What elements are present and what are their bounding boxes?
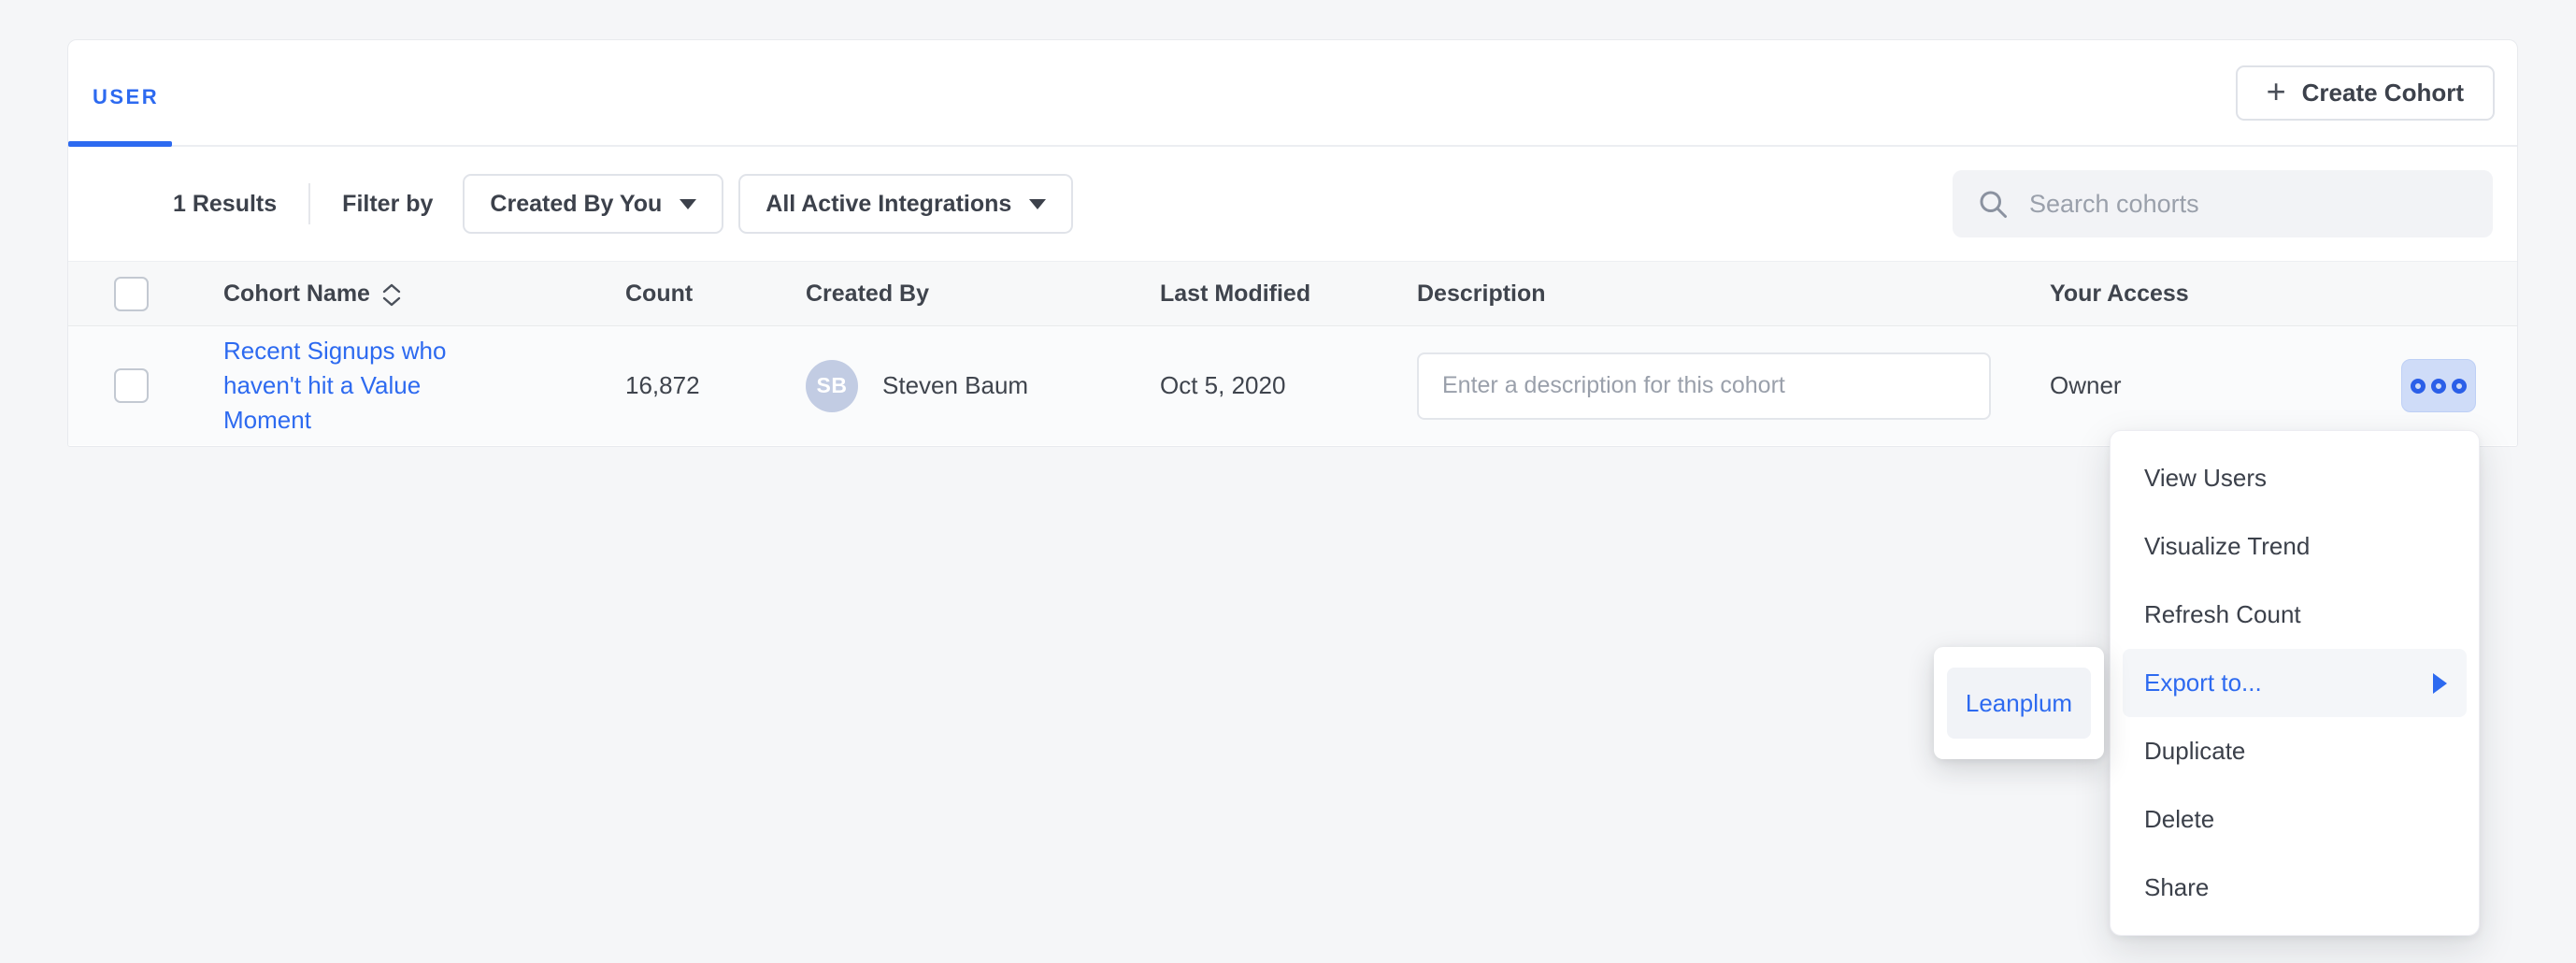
search-icon [1976,187,2010,221]
column-header-cohort-name[interactable]: Cohort Name [223,280,370,308]
cohorts-panel: USER + Create Cohort 1 Results Filter by… [67,39,2518,447]
avatar: SB [806,360,858,412]
integrations-dropdown[interactable]: All Active Integrations [738,174,1073,234]
search-input[interactable] [2029,190,2469,219]
more-actions-button[interactable] [2401,359,2476,412]
created-by-dropdown-label: Created By You [490,191,662,218]
row-actions-menu: View Users Visualize Trend Refresh Count… [2110,430,2480,936]
cohort-count: 16,872 [625,371,806,400]
access-level: Owner [2050,371,2122,400]
menu-item-view-users[interactable]: View Users [2123,444,2467,512]
table-header: Cohort Name Count Created By Last Modifi… [68,261,2517,326]
plus-icon: + [2267,75,2286,108]
created-by-dropdown[interactable]: Created By You [463,174,723,234]
sort-icon[interactable] [381,283,402,307]
chevron-down-icon [680,199,696,209]
tab-user[interactable]: USER [93,85,159,109]
results-count: 1 Results [173,191,277,218]
submenu-item-leanplum[interactable]: Leanplum [1947,668,2091,739]
table-row: Recent Signups who haven't hit a Value M… [68,326,2517,445]
created-by-name: Steven Baum [882,371,1028,400]
column-header-created-by[interactable]: Created By [806,280,1160,308]
column-header-last-modified[interactable]: Last Modified [1160,280,1417,308]
menu-item-delete[interactable]: Delete [2123,785,2467,854]
column-header-description[interactable]: Description [1417,280,2050,308]
export-submenu: Leanplum [1934,647,2104,759]
chevron-down-icon [1029,199,1046,209]
divider [308,183,310,224]
search-box [1953,170,2493,237]
column-header-count[interactable]: Count [625,280,806,308]
create-cohort-label: Create Cohort [2302,79,2464,108]
menu-item-export-to-label: Export to... [2144,668,2262,697]
description-input[interactable] [1417,352,1991,420]
menu-item-share[interactable]: Share [2123,854,2467,922]
select-all-checkbox[interactable] [114,277,149,311]
more-icon [2431,379,2446,394]
submenu-arrow-icon [2433,673,2447,694]
column-header-your-access[interactable]: Your Access [2050,280,2517,308]
create-cohort-button[interactable]: + Create Cohort [2236,65,2495,121]
filter-bar: 1 Results Filter by Created By You All A… [68,147,2517,261]
cohort-name-link[interactable]: Recent Signups who haven't hit a Value M… [223,334,461,438]
filter-by-label: Filter by [342,191,433,218]
last-modified-date: Oct 5, 2020 [1160,371,1417,400]
menu-item-visualize-trend[interactable]: Visualize Trend [2123,512,2467,581]
more-icon [2452,379,2467,394]
menu-item-export-to[interactable]: Export to... [2123,649,2467,717]
more-icon [2411,379,2426,394]
menu-item-duplicate[interactable]: Duplicate [2123,717,2467,785]
tab-bar: USER + Create Cohort [68,40,2517,147]
integrations-dropdown-label: All Active Integrations [766,191,1011,218]
menu-item-refresh-count[interactable]: Refresh Count [2123,581,2467,649]
row-checkbox[interactable] [114,368,149,403]
